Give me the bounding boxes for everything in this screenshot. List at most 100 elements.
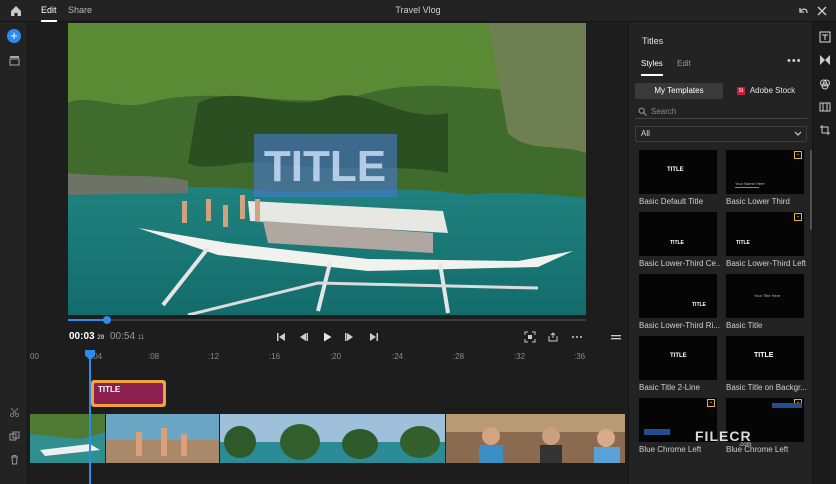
video-clip[interactable] [106,414,220,463]
template-thumbnail[interactable]: ▪ TITLE [726,212,804,256]
title-clip[interactable]: TITLE [91,380,166,407]
play-icon[interactable] [321,331,333,343]
transitions-icon[interactable] [819,54,831,66]
undo-icon[interactable] [797,5,809,17]
template-preview-text: TITLE [736,240,750,246]
tab-share[interactable]: Share [68,5,92,15]
watermark: FILECR .com [695,428,752,448]
duration-timecode: 00:54 11 [110,331,145,342]
video-clip[interactable] [220,414,446,463]
top-bar: Edit Share Travel Vlog [0,0,836,22]
ruler-tick: :32 [514,352,526,361]
clip-thumbnail [446,414,625,463]
trash-icon[interactable] [9,454,20,465]
premium-badge-icon: ▪ [707,399,715,407]
left-toolbar: + [0,22,28,484]
search-icon [638,107,647,116]
template-name: Basic Lower-Third Ce... [639,259,721,268]
ruler-tick: :12 [208,352,220,361]
step-forward-icon[interactable] [344,331,356,343]
title-overlay-text: TITLE [264,142,386,191]
panel-title: Titles [642,36,664,46]
scrubber-handle[interactable] [102,316,111,324]
adobe-stock-icon: St [736,86,745,95]
ruler-tick: :16 [269,352,281,361]
template-name: Basic Lower Third [726,197,790,206]
playhead[interactable] [89,350,91,484]
template-preview-text: TITLE [670,240,684,246]
template-thumbnail[interactable]: TITLE [639,212,717,256]
scrubber-progress [68,319,107,321]
tab-styles[interactable]: Styles [641,59,663,76]
lower-third-line [735,187,759,188]
template-thumbnail[interactable]: TITLE [639,150,717,194]
template-preview-text: TITLE [754,352,774,359]
ruler-tick: :36 [574,352,586,361]
category-value: All [641,129,650,138]
ruler-tick: :20 [330,352,342,361]
premium-badge-icon: ▪ [794,213,802,221]
timeline-ruler[interactable]: 00 :04 :08 :12 :16 :20 :24 :28 :32 :36 [28,348,628,364]
template-preview-text: TITLE [692,302,706,308]
effects-icon[interactable] [819,78,831,90]
playback-scrubber[interactable] [68,316,586,324]
clip-thumbnail [220,414,445,463]
my-templates-button[interactable]: My Templates [635,83,723,99]
template-name: Basic Lower-Third Left [726,259,807,268]
go-to-end-icon[interactable] [368,331,380,343]
export-frame-icon[interactable] [547,331,559,343]
template-thumbnail[interactable]: ▪ Your Name Here [726,150,804,194]
clip-thumbnail [30,414,105,463]
template-preview-text: TITLE [670,353,687,359]
go-to-start-icon[interactable] [275,331,287,343]
scissors-icon[interactable] [9,407,20,418]
template-thumbnail[interactable]: Your Title Here [726,274,804,318]
titles-panel: Titles Styles Edit ••• My Templates St Ad… [629,22,812,484]
blue-chrome-bar [644,429,670,435]
blue-chrome-bar [772,403,802,408]
ruler-tick: :08 [148,352,160,361]
close-icon[interactable] [816,5,828,17]
fit-frame-icon[interactable] [524,331,536,343]
template-thumbnail[interactable]: TITLE [726,336,804,380]
panel-more-button[interactable]: ••• [787,55,802,67]
category-dropdown[interactable]: All [635,126,807,142]
step-back-icon[interactable] [297,331,309,343]
project-title: Travel Vlog [395,5,441,15]
color-icon[interactable] [819,101,831,113]
clip-thumbnail [106,414,219,463]
adobe-stock-button[interactable]: St Adobe Stock [725,83,807,99]
template-search [635,105,807,119]
add-media-button[interactable]: + [7,29,21,43]
template-name: Basic Title [726,321,763,330]
template-preview-text: TITLE [667,167,684,173]
home-icon[interactable] [9,4,23,18]
more-options-icon[interactable] [571,331,583,343]
crop-icon[interactable] [819,124,831,136]
project-assets-icon[interactable] [9,55,20,66]
ruler-tick: :28 [453,352,465,361]
chevron-down-icon [794,131,802,136]
current-timecode: 00:03 29 [69,331,105,342]
tab-edit-title[interactable]: Edit [677,59,691,68]
video-preview[interactable]: TITLE [68,23,586,315]
template-name: Basic Default Title [639,197,704,206]
duplicate-icon[interactable] [9,431,20,442]
ruler-tick: :24 [392,352,404,361]
template-name: Basic Title 2-Line [639,383,700,392]
template-preview-text: Your Name Here [735,181,765,186]
title-clip-label: TITLE [98,385,121,394]
template-thumbnail[interactable]: TITLE [639,274,717,318]
video-clip[interactable] [446,414,626,463]
ruler-tick: 00 [30,352,39,361]
premium-badge-icon: ▪ [794,151,802,159]
titles-icon[interactable] [819,31,831,43]
template-thumbnail[interactable]: TITLE [639,336,717,380]
tab-edit[interactable]: Edit [41,5,57,22]
video-track[interactable] [30,414,626,463]
transport-controls: 00:03 29 00:54 11 [28,326,628,348]
search-input[interactable] [651,105,801,118]
video-clip[interactable] [30,414,106,463]
menu-icon[interactable] [610,331,622,343]
right-icon-rail [812,22,836,484]
